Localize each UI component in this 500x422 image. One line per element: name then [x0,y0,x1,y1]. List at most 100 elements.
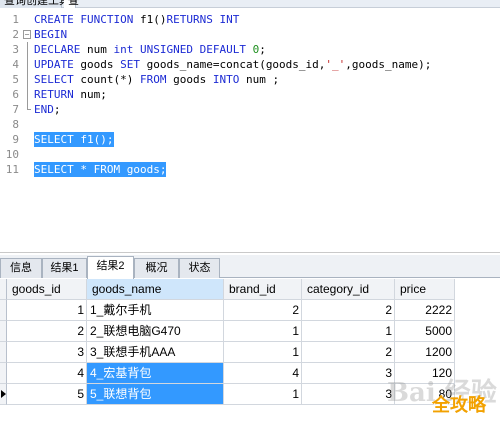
table-cell-category-id[interactable]: 2 [302,342,395,363]
tab-result-1[interactable]: 结果1 [42,258,87,278]
code-line[interactable]: 3 DECLARE num int UNSIGNED DEFAULT 0; [0,42,500,57]
code-token: goods [166,73,213,86]
result-tab-bar: 信息 结果1 结果2 概况 状态 [0,255,500,279]
code-token: SELECT [34,73,74,86]
line-number: 6 [12,88,19,101]
tab-status[interactable]: 状态 [179,258,220,278]
row-selector[interactable] [0,321,7,342]
code-line[interactable]: 7 END; [0,102,500,117]
line-number: 2 [12,28,19,41]
code-token: END [34,103,54,116]
line-number: 8 [12,118,19,131]
table-cell-brand-id[interactable]: 1 [224,384,302,405]
tab-query-builder[interactable]: 查询创建工具 [0,0,70,8]
line-number: 1 [12,13,19,26]
table-cell-category-id[interactable]: 3 [302,363,395,384]
current-row-arrow-icon [1,390,6,398]
table-cell-goods-id[interactable]: 2 [7,321,87,342]
line-number: 3 [12,43,19,56]
code-text: SELECT count(*) FROM goods INTO num ; [34,72,279,87]
code-token: ,goods_name); [345,58,432,71]
code-token: goods; [120,163,167,176]
code-line[interactable]: 4 UPDATE goods SET goods_name=concat(good… [0,57,500,72]
code-token: SELECT [34,133,74,146]
code-token: RETURNS INT [166,13,240,26]
code-text: SELECT f1(); [34,132,114,147]
code-text: BEGIN [34,27,67,42]
column-header-category-id[interactable]: category_id [302,279,395,300]
row-selector[interactable] [0,384,7,405]
code-text: RETURN num; [34,87,107,102]
code-line[interactable]: 11 SELECT * FROM goods; [0,162,500,177]
table-cell-goods-name[interactable]: 4_宏基背包 [87,363,224,384]
table-row[interactable]: 1 1_戴尔手机 2 2 2222 [0,300,455,321]
code-token: '_' [325,58,346,71]
table-cell-category-id[interactable]: 1 [302,321,395,342]
table-row[interactable]: 2 2_联想电脑G470 1 1 5000 [0,321,455,342]
table-cell-brand-id[interactable]: 4 [224,363,302,384]
code-line[interactable]: 1 CREATE FUNCTION f1()RETURNS INT [0,12,500,27]
column-header-goods-name[interactable]: goods_name [87,279,224,300]
row-selector[interactable] [0,363,7,384]
code-token: count(*) [73,73,140,86]
row-selector[interactable] [0,342,7,363]
table-cell-goods-id[interactable]: 4 [7,363,87,384]
table-cell-goods-id[interactable]: 1 [7,300,87,321]
table-cell-price[interactable]: 1200 [395,342,455,363]
tab-info[interactable]: 信息 [0,258,42,278]
code-token: INTO [212,73,240,86]
fold-guide-icon [27,42,28,57]
code-token: ; [53,103,61,116]
sql-editor[interactable]: 1 CREATE FUNCTION f1()RETURNS INT 2− BEGIN 3… [0,9,500,253]
code-token: UPDATE [34,58,74,71]
tab-profile[interactable]: 概况 [134,258,179,278]
table-cell-category-id[interactable]: 3 [302,384,395,405]
column-header-brand-id[interactable]: brand_id [224,279,302,300]
code-token: num [80,43,114,56]
code-token: CREATE FUNCTION [34,13,134,26]
column-header-price[interactable]: price [395,279,455,300]
table-cell-category-id[interactable]: 2 [302,300,395,321]
code-line[interactable]: 5 SELECT count(*) FROM goods INTO num ; [0,72,500,87]
column-header-goods-id[interactable]: goods_id [7,279,87,300]
code-token: ; [259,43,266,56]
table-cell-goods-id[interactable]: 3 [7,342,87,363]
code-token: int UNSIGNED DEFAULT [113,43,246,56]
tab-result-2[interactable]: 结果2 [87,256,134,279]
code-line[interactable]: 10 [0,147,500,162]
code-token: RETURN [34,88,74,101]
line-number: 11 [5,163,19,176]
table-row[interactable]: 3 3_联想手机AAA 1 2 1200 [0,342,455,363]
table-cell-goods-id[interactable]: 5 [7,384,87,405]
code-text: END; [34,102,61,117]
table-cell-brand-id[interactable]: 1 [224,321,302,342]
code-token: goods_name=concat(goods_id, [139,58,326,71]
line-number: 10 [5,148,19,161]
fold-guide-icon [27,72,28,87]
code-line[interactable]: 9 SELECT f1(); [0,132,500,147]
fold-guide-icon [27,57,28,72]
fold-toggle-icon[interactable]: − [23,30,31,39]
table-cell-goods-name[interactable]: 5_联想背包 [87,384,224,405]
line-number: 7 [12,103,19,116]
code-token: FROM [139,73,167,86]
table-cell-goods-name[interactable]: 2_联想电脑G470 [87,321,224,342]
code-token: BEGIN [34,28,68,41]
code-line[interactable]: 8 [0,117,500,132]
table-cell-goods-name[interactable]: 1_戴尔手机 [87,300,224,321]
table-cell-price[interactable]: 2222 [395,300,455,321]
code-token: num; [73,88,107,101]
table-cell-price[interactable]: 5000 [395,321,455,342]
code-text: DECLARE num int UNSIGNED DEFAULT 0; [34,42,266,57]
table-cell-goods-name[interactable]: 3_联想手机AAA [87,342,224,363]
code-text: CREATE FUNCTION f1()RETURNS INT [34,12,239,27]
table-cell-brand-id[interactable]: 2 [224,300,302,321]
table-cell-brand-id[interactable]: 1 [224,342,302,363]
row-selector[interactable] [0,300,7,321]
code-text: UPDATE goods SET goods_name=concat(goods… [34,57,431,72]
code-token: FROM [93,163,121,176]
tab-query[interactable]: 查 [64,0,79,8]
code-line[interactable]: 6 RETURN num; [0,87,500,102]
code-line[interactable]: 2− BEGIN [0,27,500,42]
